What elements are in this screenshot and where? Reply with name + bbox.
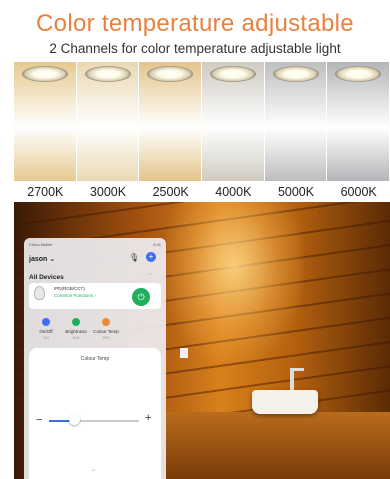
control-icon	[72, 318, 80, 326]
temp-label: 6000K	[340, 185, 377, 199]
swatch-2700k	[14, 62, 76, 181]
downlight-icon	[272, 66, 319, 82]
wall-light-glow	[164, 202, 304, 362]
common-functions-link[interactable]: Common Functions ›	[54, 293, 96, 298]
temp-label: 2500K	[152, 185, 189, 199]
swatch-4000k	[202, 62, 264, 181]
page-subtitle: 2 Channels for color temperature adjusta…	[49, 41, 341, 56]
swatch-5000k	[264, 62, 327, 181]
chevron-down-icon[interactable]: ⌄	[91, 466, 96, 473]
temperature-labels: 2700K 3000K 2500K 4000K 5000K 6000K	[14, 185, 390, 199]
increase-button[interactable]: +	[145, 412, 151, 424]
temp-label: 3000K	[89, 185, 127, 199]
control-value: 50%	[102, 336, 110, 340]
status-bar: China Mobile 9:41	[29, 242, 161, 247]
downlight-icon	[209, 66, 256, 82]
page-title: Color temperature adjustable	[36, 10, 354, 37]
bulb-icon	[34, 286, 45, 300]
swatch-2500k	[139, 62, 202, 181]
decrease-button[interactable]: −	[36, 414, 42, 426]
swatch-6000k	[327, 62, 390, 181]
microphone-icon[interactable]: 🎙	[129, 253, 139, 262]
control-2[interactable]: Colour Temp 50%	[88, 318, 124, 340]
phone-app-screen: China Mobile 9:41 jason ⌄ 🎙 + All Device…	[24, 238, 166, 479]
faucet-spout	[290, 368, 304, 371]
color-temperature-swatches	[14, 62, 390, 181]
sink-basin	[252, 390, 318, 414]
wall-outlet	[180, 348, 188, 358]
downlight-icon	[147, 66, 194, 82]
all-devices-heading: All Devices	[29, 274, 64, 281]
downlight-icon	[21, 66, 68, 82]
slider-knob[interactable]	[68, 414, 80, 425]
temp-label: 2700K	[27, 185, 64, 199]
add-device-button[interactable]: +	[146, 252, 156, 262]
downlight-icon	[335, 66, 382, 82]
control-icon	[102, 318, 110, 326]
colour-temp-sheet: Colour Temp − + ⌄	[29, 348, 161, 479]
control-label: Colour Temp	[93, 329, 119, 334]
user-selector[interactable]: jason ⌄	[29, 255, 55, 263]
clock-text: 9:41	[153, 242, 161, 247]
temp-label: 4000K	[215, 185, 252, 199]
power-button[interactable]: ⏻	[132, 288, 150, 306]
vanity-counter	[154, 412, 390, 479]
faucet	[290, 368, 294, 390]
more-options-icon[interactable]: ···	[146, 271, 153, 278]
swatch-3000k	[76, 62, 139, 181]
downlight-icon	[84, 66, 131, 82]
carrier-text: China Mobile	[29, 242, 53, 247]
sheet-title: Colour Temp	[80, 356, 110, 362]
temp-label: 5000K	[277, 185, 315, 199]
device-name: IPD(RGB/CCT)	[54, 286, 85, 291]
control-icon	[42, 318, 50, 326]
